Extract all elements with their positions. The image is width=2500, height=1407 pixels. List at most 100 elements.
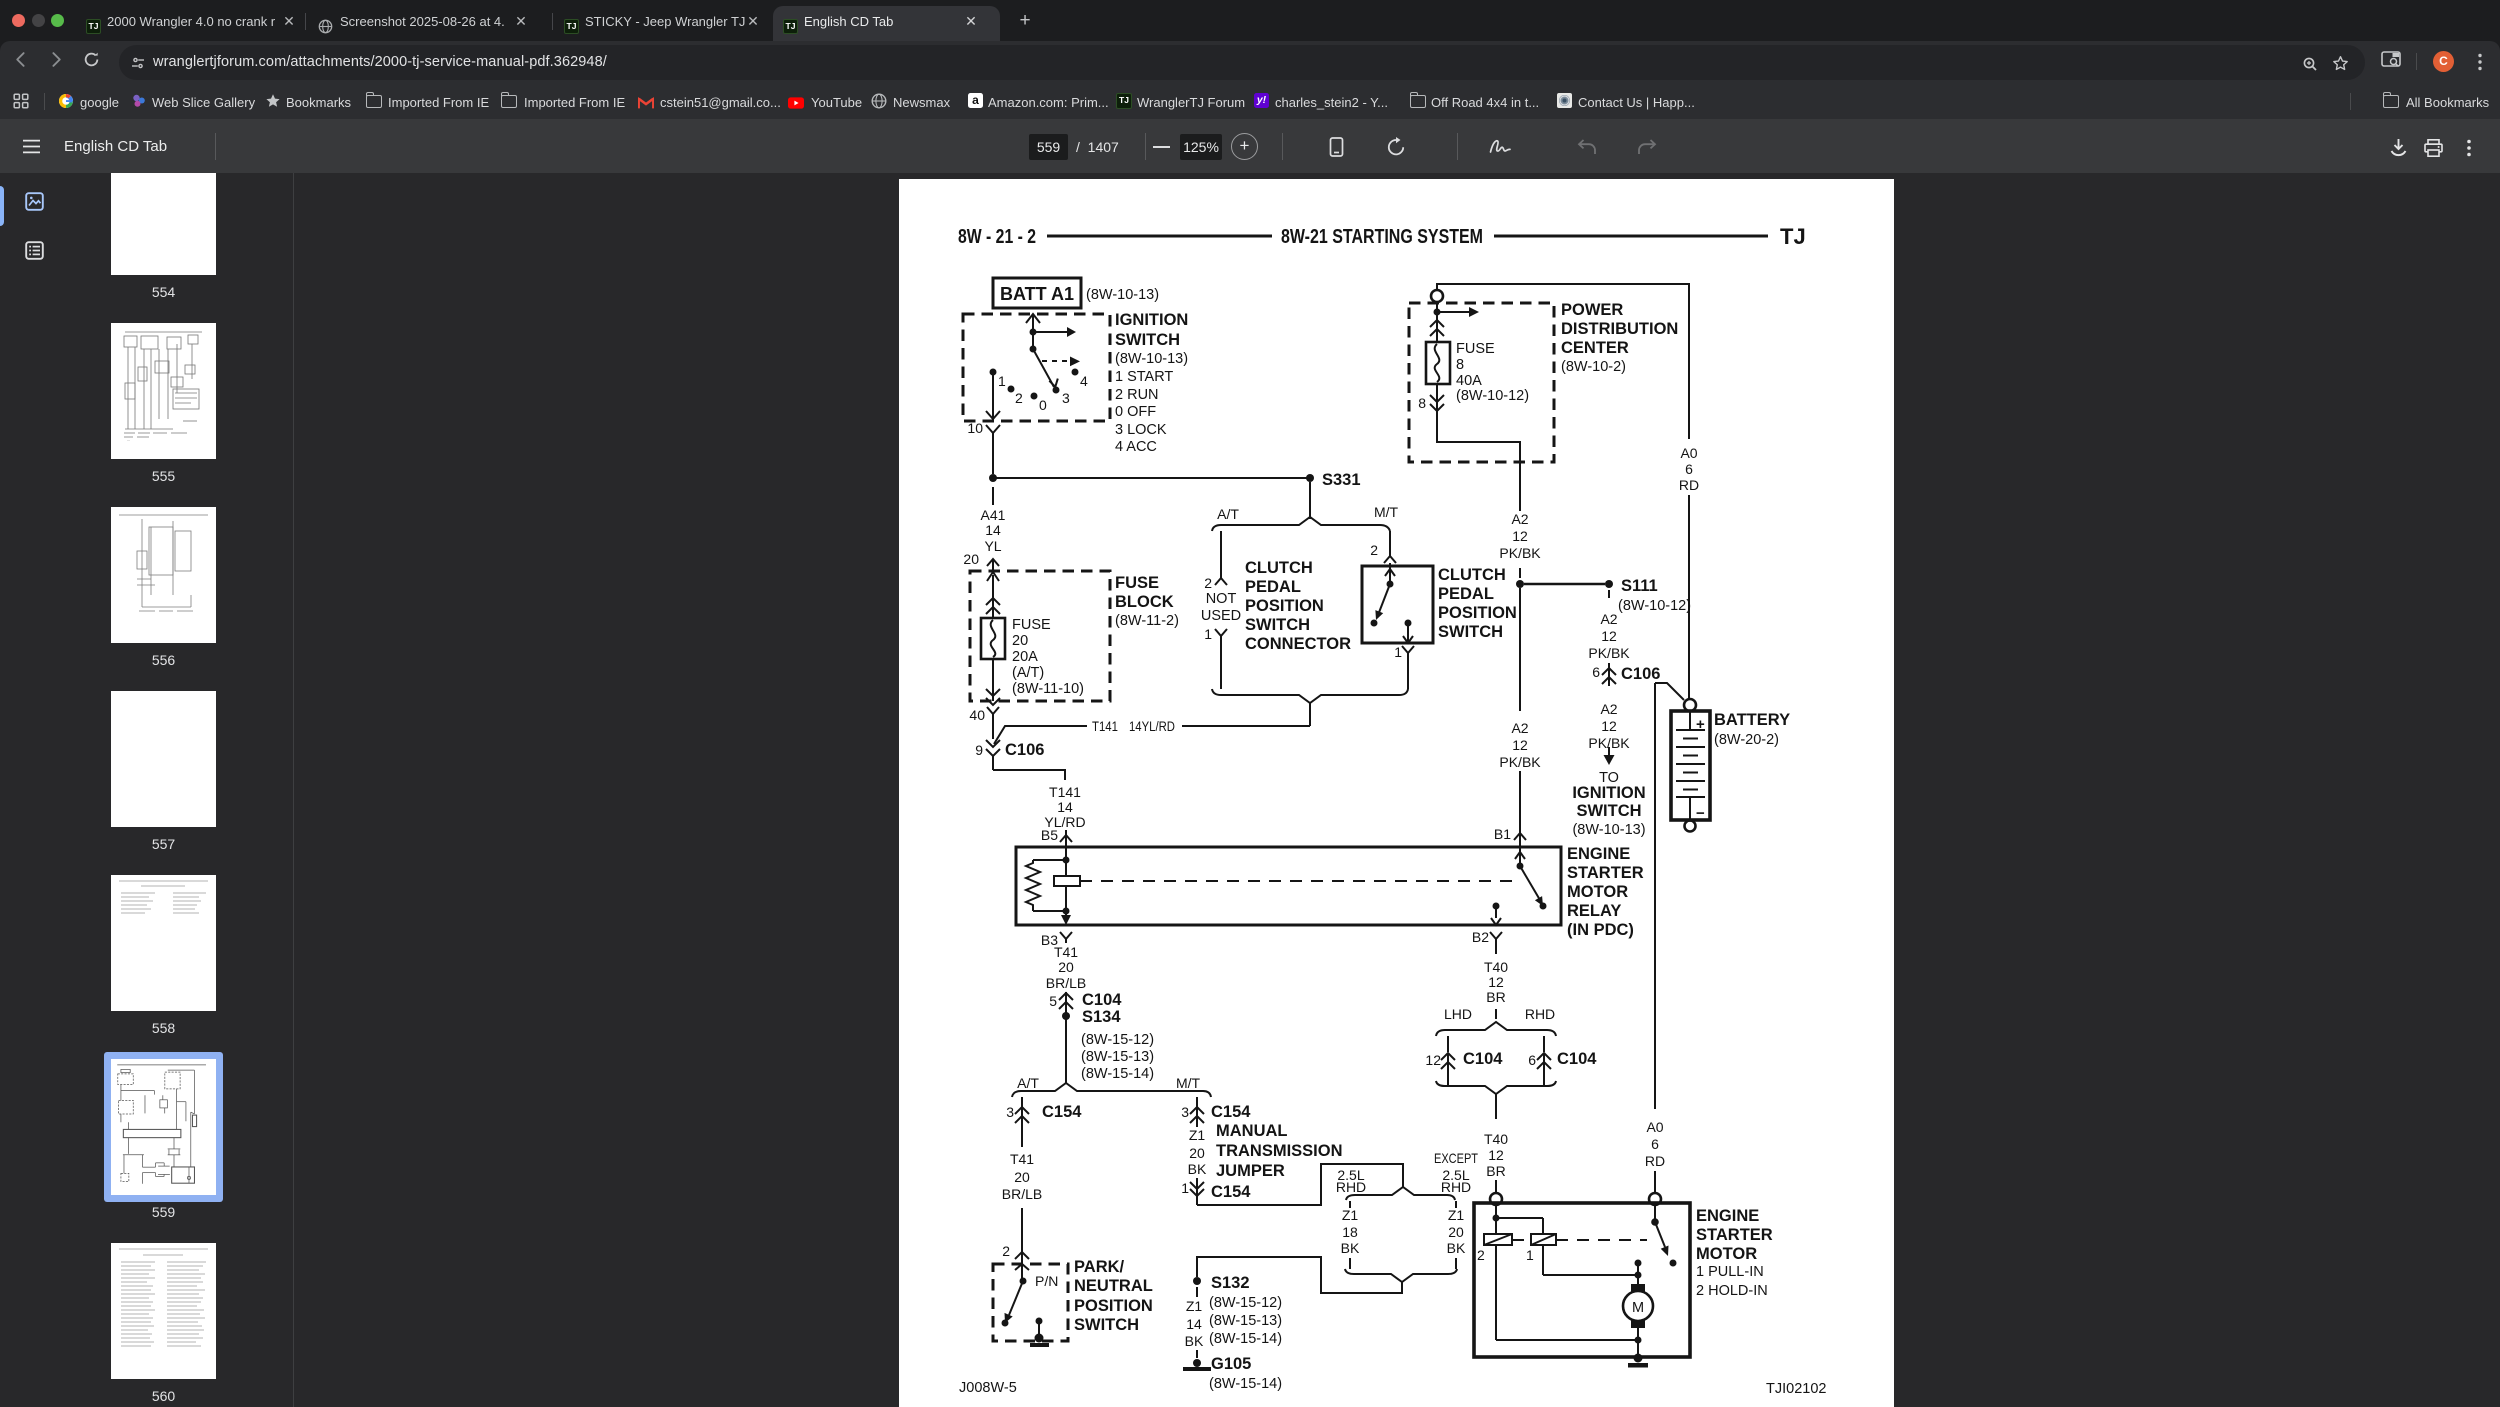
svg-text:20: 20: [1014, 1169, 1030, 1185]
svg-text:2: 2: [1002, 1243, 1010, 1259]
svg-text:IGNITION: IGNITION: [1115, 311, 1188, 329]
svg-text:14YL/RD: 14YL/RD: [1129, 718, 1175, 734]
svg-text:BR/LB: BR/LB: [1046, 975, 1086, 991]
svg-text:SWITCH: SWITCH: [1115, 331, 1180, 349]
svg-text:RD: RD: [1645, 1153, 1665, 1169]
svg-text:(8W-10-13): (8W-10-13): [1115, 351, 1188, 367]
svg-text:T40: T40: [1484, 959, 1508, 975]
svg-text:C104: C104: [1082, 991, 1122, 1009]
svg-text:CONNECTOR: CONNECTOR: [1245, 635, 1351, 653]
svg-text:14: 14: [985, 522, 1001, 538]
svg-text:ENGINE: ENGINE: [1696, 1207, 1759, 1225]
svg-text:USED: USED: [1201, 608, 1241, 624]
svg-text:−: −: [1696, 805, 1705, 822]
svg-text:A2: A2: [1511, 511, 1528, 527]
svg-text:M/T: M/T: [1374, 504, 1399, 520]
svg-text:14: 14: [1057, 799, 1073, 815]
svg-text:STARTER: STARTER: [1696, 1226, 1773, 1244]
svg-text:POWER: POWER: [1561, 301, 1623, 319]
svg-text:FUSE: FUSE: [1456, 341, 1495, 357]
svg-text:40A: 40A: [1456, 373, 1482, 389]
svg-text:S111: S111: [1621, 577, 1658, 595]
svg-text:FUSE: FUSE: [1115, 574, 1159, 592]
svg-text:PARK/: PARK/: [1074, 1258, 1125, 1276]
svg-text:14: 14: [1186, 1316, 1202, 1332]
svg-text:20A: 20A: [1012, 649, 1038, 665]
svg-text:TJ: TJ: [1780, 224, 1806, 249]
svg-text:1 PULL-IN: 1 PULL-IN: [1696, 1264, 1764, 1280]
svg-text:(8W-15-12): (8W-15-12): [1081, 1032, 1154, 1048]
svg-text:A0: A0: [1680, 445, 1697, 461]
svg-text:2 HOLD-IN: 2 HOLD-IN: [1696, 1283, 1768, 1299]
svg-text:POSITION: POSITION: [1438, 604, 1517, 622]
svg-text:M/T: M/T: [1176, 1075, 1201, 1091]
svg-text:6: 6: [1651, 1136, 1659, 1152]
svg-text:S134: S134: [1082, 1008, 1121, 1026]
svg-text:40: 40: [969, 707, 985, 723]
svg-text:TJI02102: TJI02102: [1766, 1381, 1826, 1397]
svg-text:8: 8: [1418, 395, 1426, 411]
svg-text:5: 5: [1049, 993, 1057, 1009]
svg-text:T40: T40: [1484, 1131, 1508, 1147]
svg-text:MANUAL: MANUAL: [1216, 1122, 1288, 1140]
svg-text:PK/BK: PK/BK: [1588, 645, 1630, 661]
svg-text:(8W-11-2): (8W-11-2): [1115, 613, 1179, 629]
svg-text:S132: S132: [1211, 1274, 1250, 1292]
svg-text:(8W-10-2): (8W-10-2): [1561, 359, 1626, 375]
svg-text:(8W-10-13): (8W-10-13): [1086, 287, 1159, 303]
svg-text:PK/BK: PK/BK: [1499, 754, 1541, 770]
svg-text:BATT A1: BATT A1: [1000, 284, 1074, 304]
svg-text:(8W-15-14): (8W-15-14): [1081, 1066, 1154, 1082]
svg-text:LHD: LHD: [1444, 1006, 1472, 1022]
svg-text:12: 12: [1488, 974, 1504, 990]
svg-text:1: 1: [1204, 626, 1212, 642]
svg-text:12: 12: [1425, 1052, 1441, 1068]
svg-text:C104: C104: [1557, 1050, 1597, 1068]
svg-text:20: 20: [963, 551, 979, 567]
svg-text:(8W-15-13): (8W-15-13): [1081, 1049, 1154, 1065]
svg-text:3: 3: [1006, 1104, 1014, 1120]
svg-text:EXCEPT: EXCEPT: [1434, 1150, 1478, 1166]
svg-text:C154: C154: [1211, 1183, 1251, 1201]
svg-text:RHD: RHD: [1525, 1006, 1555, 1022]
svg-text:2: 2: [1477, 1247, 1485, 1263]
svg-text:4 ACC: 4 ACC: [1115, 439, 1157, 455]
svg-text:6: 6: [1592, 664, 1600, 680]
svg-text:DISTRIBUTION: DISTRIBUTION: [1561, 320, 1678, 338]
svg-text:12: 12: [1488, 1147, 1504, 1163]
svg-text:1: 1: [1526, 1247, 1534, 1263]
svg-text:SWITCH: SWITCH: [1576, 802, 1641, 820]
svg-text:C106: C106: [1621, 665, 1660, 683]
svg-text:B2: B2: [1472, 929, 1489, 945]
svg-text:12: 12: [1512, 528, 1528, 544]
svg-text:18: 18: [1342, 1224, 1358, 1240]
svg-text:12: 12: [1512, 737, 1528, 753]
svg-text:8W - 21 - 2: 8W - 21 - 2: [958, 225, 1036, 248]
svg-text:SWITCH: SWITCH: [1438, 623, 1503, 641]
svg-text:NEUTRAL: NEUTRAL: [1074, 1277, 1153, 1295]
svg-text:6: 6: [1685, 461, 1693, 477]
svg-text:PEDAL: PEDAL: [1245, 578, 1301, 596]
svg-text:8: 8: [1456, 357, 1464, 373]
svg-text:T141: T141: [1049, 784, 1081, 800]
svg-text:A2: A2: [1600, 701, 1617, 717]
svg-text:9: 9: [975, 742, 983, 758]
svg-text:2: 2: [1370, 542, 1378, 558]
svg-text:MOTOR: MOTOR: [1567, 883, 1628, 901]
svg-text:12: 12: [1601, 718, 1617, 734]
svg-text:FUSE: FUSE: [1012, 617, 1051, 633]
svg-text:IGNITION: IGNITION: [1572, 784, 1645, 802]
svg-text:POSITION: POSITION: [1245, 597, 1324, 615]
svg-text:1: 1: [998, 373, 1006, 389]
svg-text:Z1: Z1: [1342, 1207, 1359, 1223]
svg-text:RELAY: RELAY: [1567, 902, 1621, 920]
svg-text:BK: BK: [1341, 1240, 1360, 1256]
svg-text:A2: A2: [1600, 611, 1617, 627]
svg-text:2 RUN: 2 RUN: [1115, 387, 1159, 403]
svg-text:(IN PDC): (IN PDC): [1567, 921, 1634, 939]
svg-text:Z1: Z1: [1448, 1207, 1465, 1223]
svg-text:A0: A0: [1646, 1119, 1663, 1135]
svg-text:BR: BR: [1486, 1163, 1505, 1179]
svg-text:(8W-15-14): (8W-15-14): [1209, 1331, 1282, 1347]
svg-text:SWITCH: SWITCH: [1074, 1316, 1139, 1334]
